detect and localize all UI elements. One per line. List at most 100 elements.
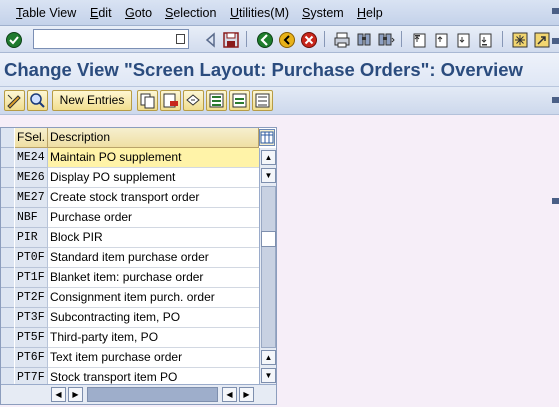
menu-goto[interactable]: Goto [125,6,152,20]
table-cell-description[interactable]: Display PO supplement [48,168,259,188]
toolbar-separator [246,31,247,47]
table-cell-fsel[interactable]: ME27 [15,188,48,208]
scroll-up-icon[interactable]: ▲ [261,150,276,165]
row-selector[interactable] [1,268,14,288]
select-block-icon[interactable] [229,90,250,111]
display-change-icon[interactable] [4,90,25,111]
horizontal-scrollbar[interactable]: ◀ ▶ ◀ ▶ [1,384,276,404]
shortcut-icon[interactable] [531,29,551,49]
undo-change-icon[interactable] [183,90,204,111]
menu-utilities[interactable]: Utilities(M) [230,6,289,20]
row-selector[interactable] [1,188,14,208]
window-edge-marker [552,97,559,103]
page-up-icon[interactable]: ▲ [261,350,276,365]
command-input[interactable] [34,30,174,48]
find-icon[interactable] [353,29,373,49]
delete-icon[interactable] [160,90,181,111]
scrollbar-track[interactable] [261,186,276,348]
horizontal-scrollbar-thumb[interactable] [87,387,218,402]
save-icon[interactable] [220,29,240,49]
row-selector[interactable] [1,348,14,368]
print-icon[interactable] [331,29,351,49]
table-cell-description[interactable]: Maintain PO supplement [48,148,259,168]
enter-icon[interactable] [3,29,23,49]
table-cell-fsel[interactable]: PIR [15,228,48,248]
create-session-icon[interactable] [509,29,529,49]
menu-label: able View [22,6,77,20]
scroll-down-icon[interactable]: ▼ [261,168,276,183]
row-selector[interactable] [1,308,14,328]
row-selector[interactable] [1,328,14,348]
toolbar-separator [324,31,325,47]
exit-icon[interactable] [276,29,296,49]
column-header-description[interactable]: Description [48,128,259,148]
table-cell-fsel[interactable]: NBF [15,208,48,228]
find-next-icon[interactable] [375,29,395,49]
back-arrow-icon[interactable] [200,29,220,49]
new-entries-button[interactable]: New Entries [52,90,132,111]
toolbar-separator [502,31,503,47]
menu-table-view[interactable]: Table View [16,6,76,20]
menu-label: elp [366,6,383,20]
menu-mnemonic: H [357,6,367,20]
scrollbar-thumb[interactable] [261,231,276,247]
table-cell-description[interactable]: Blanket item: purchase order [48,268,259,288]
cancel-icon[interactable] [298,29,318,49]
row-selector[interactable] [1,208,14,228]
command-history-icon[interactable] [176,34,185,44]
select-all-rows-button[interactable] [1,128,14,148]
first-page-icon[interactable] [408,29,428,49]
table-cell-fsel[interactable]: PT1F [15,268,48,288]
copy-as-icon[interactable] [137,90,158,111]
column-right-icon[interactable]: ▶ [239,387,254,402]
table-cell-description[interactable]: Standard item purchase order [48,248,259,268]
last-page-icon[interactable] [474,29,494,49]
row-selector[interactable] [1,168,14,188]
table-cell-fsel[interactable]: PT3F [15,308,48,328]
table-cell-description[interactable]: Block PIR [48,228,259,248]
menu-mnemonic: G [125,6,135,20]
other-view-icon[interactable] [27,90,48,111]
vertical-scrollbar[interactable]: ▲ ▼ ▲ ▼ [259,148,276,384]
window-edge-marker [552,198,559,204]
menu-label: election [173,6,217,20]
page-title: Change View "Screen Layout: Purchase Ord… [4,59,523,80]
previous-page-icon[interactable] [430,29,450,49]
select-all-icon[interactable] [206,90,227,111]
back-icon[interactable] [254,29,274,49]
row-selector[interactable] [1,288,14,308]
table-settings-icon[interactable] [259,129,275,146]
table-cell-description[interactable]: Third-party item, PO [48,328,259,348]
row-selector[interactable] [1,228,14,248]
table-cell-fsel[interactable]: ME26 [15,168,48,188]
menu-selection[interactable]: Selection [165,6,216,20]
row-selector[interactable] [1,248,14,268]
deselect-all-icon[interactable] [252,90,273,111]
table-cell-fsel[interactable]: PT0F [15,248,48,268]
table-control: FSel. Description ME24 Maintain PO supple… [0,127,277,405]
row-selector[interactable] [1,148,14,168]
scroll-right-icon[interactable]: ▶ [68,387,83,402]
table-cell-fsel[interactable]: PT5F [15,328,48,348]
table-cell-description[interactable]: Create stock transport order [48,188,259,208]
page-down-icon[interactable]: ▼ [261,368,276,383]
scroll-left-icon[interactable]: ◀ [51,387,66,402]
menu-label: oto [134,6,153,20]
table-cell-description[interactable]: Subcontracting item, PO [48,308,259,328]
table-cell-description[interactable]: Consignment item purch. order [48,288,259,308]
next-page-icon[interactable] [452,29,472,49]
command-field[interactable] [33,29,189,49]
menu-system[interactable]: System [302,6,344,20]
menu-edit[interactable]: Edit [90,6,112,20]
window-edge-marker [552,38,559,44]
table-cell-description[interactable]: Text item purchase order [48,348,259,368]
table-cell-fsel[interactable]: ME24 [15,148,48,168]
toolbar-separator [401,31,402,47]
column-left-icon[interactable]: ◀ [222,387,237,402]
table-cell-fsel[interactable]: PT6F [15,348,48,368]
menu-mnemonic: U [230,6,240,20]
table-cell-fsel[interactable]: PT2F [15,288,48,308]
column-header-fsel[interactable]: FSel. [15,128,48,148]
table-cell-description[interactable]: Purchase order [48,208,259,228]
menu-help[interactable]: Help [357,6,383,20]
